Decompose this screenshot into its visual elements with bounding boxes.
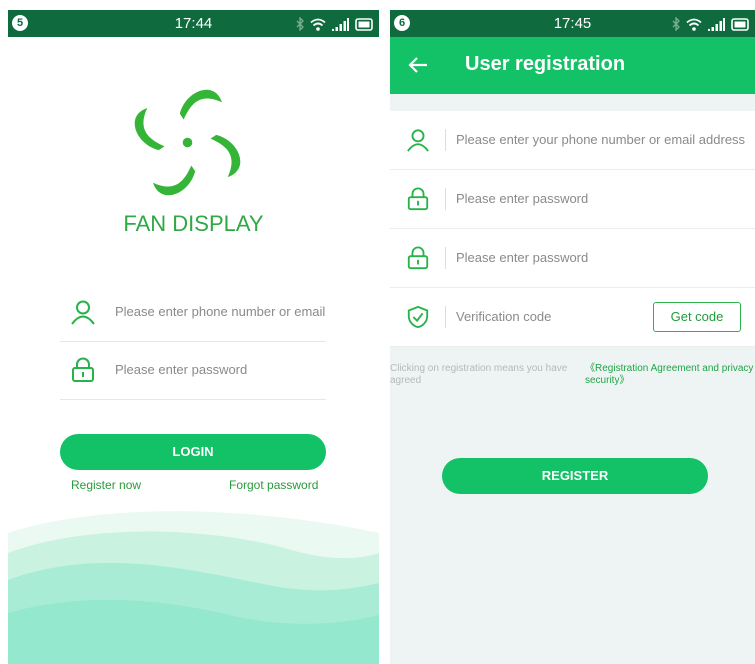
status-icons — [672, 16, 749, 32]
signal-icon — [708, 17, 725, 31]
status-bar: 5 17:44 — [8, 10, 379, 37]
phone-email-input[interactable]: Please enter phone number or email b — [115, 304, 325, 319]
verification-code-input[interactable]: Verification code — [456, 309, 551, 324]
wifi-icon — [686, 18, 702, 31]
battery-icon — [355, 17, 373, 31]
user-icon — [71, 300, 95, 325]
bluetooth-icon — [672, 17, 680, 31]
app-title: FAN DISPLAY — [123, 211, 264, 236]
password-field[interactable]: Please enter password — [60, 342, 326, 400]
signal-icon — [332, 17, 349, 31]
divider — [445, 247, 446, 269]
agreement-text: Clicking on registration means you have … — [390, 363, 568, 386]
login-screen: 5 17:44 FAN DISPLAY Please enter phone n… — [8, 10, 379, 664]
phone-email-input[interactable]: Please enter your phone number or email … — [456, 132, 745, 147]
password-row[interactable]: Please enter password — [390, 170, 755, 229]
divider — [445, 306, 446, 328]
get-code-button[interactable]: Get code — [653, 302, 741, 332]
forgot-password-link[interactable]: Forgot password — [229, 478, 318, 492]
wave-decoration — [8, 511, 379, 664]
lock-icon — [407, 187, 429, 211]
registration-form: Please enter your phone number or email … — [390, 111, 755, 347]
shield-check-icon — [407, 305, 429, 329]
register-now-link[interactable]: Register now — [71, 478, 141, 492]
app-bar: User registration — [390, 37, 755, 94]
password-input[interactable]: Please enter password — [115, 362, 325, 377]
password-input[interactable]: Please enter password — [456, 191, 588, 206]
phone-email-field[interactable]: Please enter phone number or email b — [60, 284, 326, 342]
status-icons — [296, 16, 373, 32]
fan-logo-icon — [134, 89, 241, 196]
phone-email-row[interactable]: Please enter your phone number or email … — [390, 111, 755, 170]
lock-icon — [72, 357, 94, 382]
divider — [445, 188, 446, 210]
confirm-password-input[interactable]: Please enter password — [456, 250, 588, 265]
register-button[interactable]: REGISTER — [442, 458, 708, 494]
back-arrow-icon[interactable] — [406, 53, 430, 77]
status-bar: 6 17:45 — [390, 10, 755, 37]
lock-icon — [407, 246, 429, 270]
divider — [445, 129, 446, 151]
battery-icon — [731, 17, 749, 31]
agreement-link[interactable]: 《Registration Agreement and privacy secu… — [585, 363, 755, 387]
user-icon — [407, 129, 429, 152]
page-title: User registration — [465, 53, 626, 75]
login-button[interactable]: LOGIN — [60, 434, 326, 470]
bluetooth-icon — [296, 17, 304, 31]
wifi-icon — [310, 18, 326, 31]
verification-code-row[interactable]: Verification code Get code — [390, 288, 755, 347]
confirm-password-row[interactable]: Please enter password — [390, 229, 755, 288]
registration-screen: 6 17:45 User registration Please enter y… — [390, 10, 755, 664]
